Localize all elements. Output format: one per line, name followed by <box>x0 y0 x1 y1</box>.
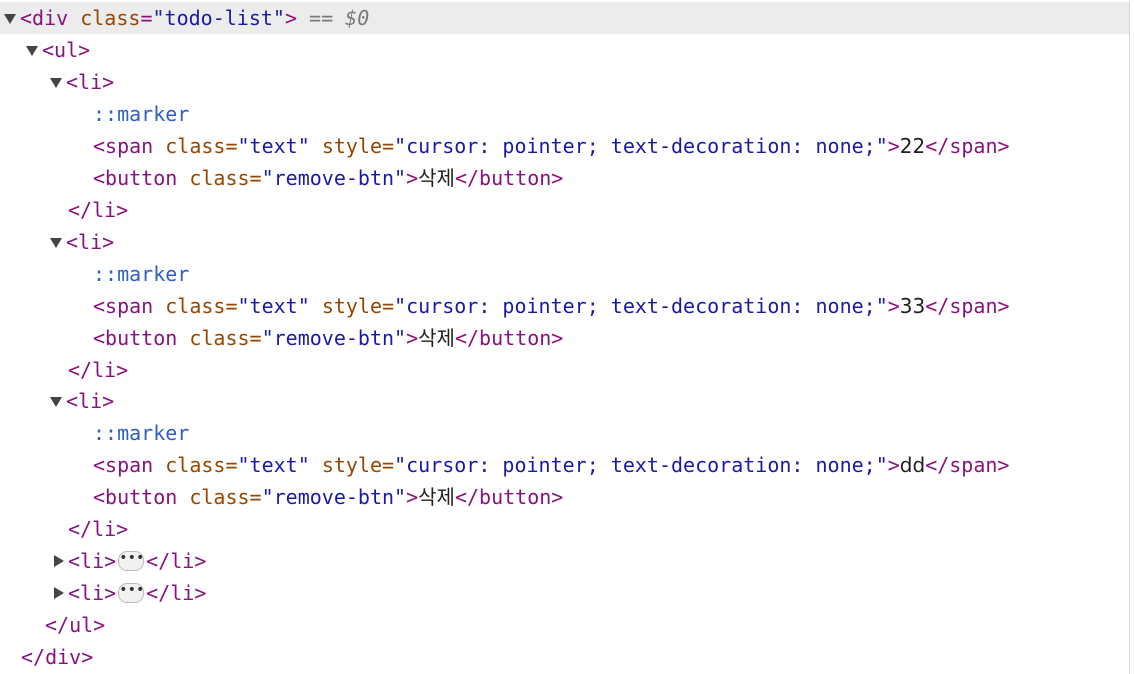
tag-close: </li> <box>68 358 129 382</box>
node-span-text[interactable]: <span class="text" style="cursor: pointe… <box>0 449 1129 481</box>
triangle-down-icon[interactable] <box>4 12 16 24</box>
node-ul-close[interactable]: </ul> <box>0 609 1129 641</box>
button-text[interactable]: 삭제 <box>418 326 455 350</box>
tag-open: <li> <box>66 389 115 413</box>
tag-close: </button> <box>454 326 564 350</box>
tag-close: </span> <box>925 294 1010 318</box>
node-ul[interactable]: <ul> <box>0 34 1129 66</box>
todo-text[interactable]: 33 <box>900 294 925 318</box>
todo-text[interactable]: 22 <box>900 134 925 158</box>
pseudo-marker: ::marker <box>93 102 190 126</box>
node-button-remove[interactable]: <button class="remove-btn">삭제</button> <box>0 481 1129 513</box>
ellipsis-icon[interactable]: ••• <box>118 550 144 571</box>
node-button-remove[interactable]: <button class="remove-btn">삭제</button> <box>0 162 1129 194</box>
pseudo-marker: ::marker <box>93 262 190 286</box>
tag-bracket: > <box>887 453 900 477</box>
node-div-close[interactable]: </div> <box>0 641 1129 673</box>
attr-name: style= <box>321 294 395 318</box>
node-li[interactable]: <li> <box>0 66 1129 98</box>
node-li[interactable]: <li> <box>0 226 1129 258</box>
node-li-collapsed[interactable]: <li> •••</li> <box>0 577 1129 609</box>
elements-tree: <div class="todo-list"> == $0 <ul> <li> … <box>0 0 1130 674</box>
tag-open: <button <box>93 485 178 509</box>
tag-open: <div <box>20 6 69 30</box>
attr-name: class= <box>165 134 238 158</box>
tag-bracket: > <box>284 6 297 30</box>
button-text[interactable]: 삭제 <box>418 166 455 190</box>
attr-name: class= <box>189 485 262 509</box>
tag-bracket: > <box>406 485 419 509</box>
node-span-text[interactable]: <span class="text" style="cursor: pointe… <box>0 290 1129 322</box>
tag-close: </ul> <box>45 613 106 637</box>
triangle-down-icon[interactable] <box>50 236 62 248</box>
tag-bracket: > <box>887 294 900 318</box>
tag-close: </li> <box>68 517 129 541</box>
pseudo-marker: ::marker <box>93 421 190 445</box>
node-li-collapsed[interactable]: <li> •••</li> <box>0 545 1129 577</box>
triangle-down-icon[interactable] <box>50 395 62 407</box>
tag-open: <li> <box>66 230 115 254</box>
attr-value: "todo-list" <box>152 6 285 30</box>
attr-value: "text" <box>237 453 310 477</box>
tag-open: <button <box>93 166 178 190</box>
tag-open: <ul> <box>42 38 91 62</box>
todo-text[interactable]: dd <box>900 453 925 477</box>
attr-name: class= <box>189 326 262 350</box>
triangle-down-icon[interactable] <box>26 44 38 56</box>
attr-value: "cursor: pointer; text-decoration: none;… <box>394 294 888 318</box>
node-marker[interactable]: ::marker <box>0 98 1129 130</box>
tag-close: </li> <box>146 581 207 605</box>
tag-bracket: > <box>406 166 419 190</box>
tag-open: <button <box>93 326 178 350</box>
node-span-text[interactable]: <span class="text" style="cursor: pointe… <box>0 130 1129 162</box>
node-li-close[interactable]: </li> <box>0 513 1129 545</box>
attr-name: class= <box>165 294 238 318</box>
node-button-remove[interactable]: <button class="remove-btn">삭제</button> <box>0 322 1129 354</box>
tag-open: <span <box>93 294 154 318</box>
tag-open: <li> <box>68 581 117 605</box>
attr-name: style= <box>321 134 395 158</box>
tag-close: </span> <box>925 453 1010 477</box>
node-div-todo-list[interactable]: <div class="todo-list"> == $0 <box>0 2 1129 34</box>
tag-close: </li> <box>68 198 129 222</box>
triangle-right-icon[interactable] <box>52 587 64 599</box>
console-ref: $0 <box>345 6 370 30</box>
triangle-right-icon[interactable] <box>52 555 64 567</box>
button-text[interactable]: 삭제 <box>418 485 455 509</box>
eq-sign: == <box>309 6 334 30</box>
attr-name: class= <box>165 453 238 477</box>
attr-name: class= <box>189 166 262 190</box>
tag-close: </span> <box>925 134 1010 158</box>
attr-value: "text" <box>237 294 310 318</box>
attr-value: "remove-btn" <box>261 485 407 509</box>
attr-name: class <box>80 6 141 30</box>
tag-open: <span <box>93 453 154 477</box>
attr-name: style= <box>321 453 395 477</box>
tag-close: </div> <box>21 645 94 669</box>
node-li[interactable]: <li> <box>0 385 1129 417</box>
node-li-close[interactable]: </li> <box>0 354 1129 386</box>
tag-open: <li> <box>68 549 117 573</box>
attr-value: "cursor: pointer; text-decoration: none;… <box>394 453 888 477</box>
ellipsis-icon[interactable]: ••• <box>118 582 144 603</box>
attr-value: "remove-btn" <box>261 326 407 350</box>
tag-bracket: > <box>406 326 419 350</box>
attr-value: "remove-btn" <box>261 166 407 190</box>
tag-open: <li> <box>66 70 115 94</box>
tag-close: </button> <box>454 485 564 509</box>
node-li-close[interactable]: </li> <box>0 194 1129 226</box>
tag-bracket: > <box>887 134 900 158</box>
tag-close: </button> <box>454 166 564 190</box>
attr-value: "text" <box>237 134 310 158</box>
node-marker[interactable]: ::marker <box>0 258 1129 290</box>
tag-open: <span <box>93 134 154 158</box>
tag-close: </li> <box>146 549 207 573</box>
triangle-down-icon[interactable] <box>50 76 62 88</box>
attr-value: "cursor: pointer; text-decoration: none;… <box>394 134 888 158</box>
node-marker[interactable]: ::marker <box>0 417 1129 449</box>
